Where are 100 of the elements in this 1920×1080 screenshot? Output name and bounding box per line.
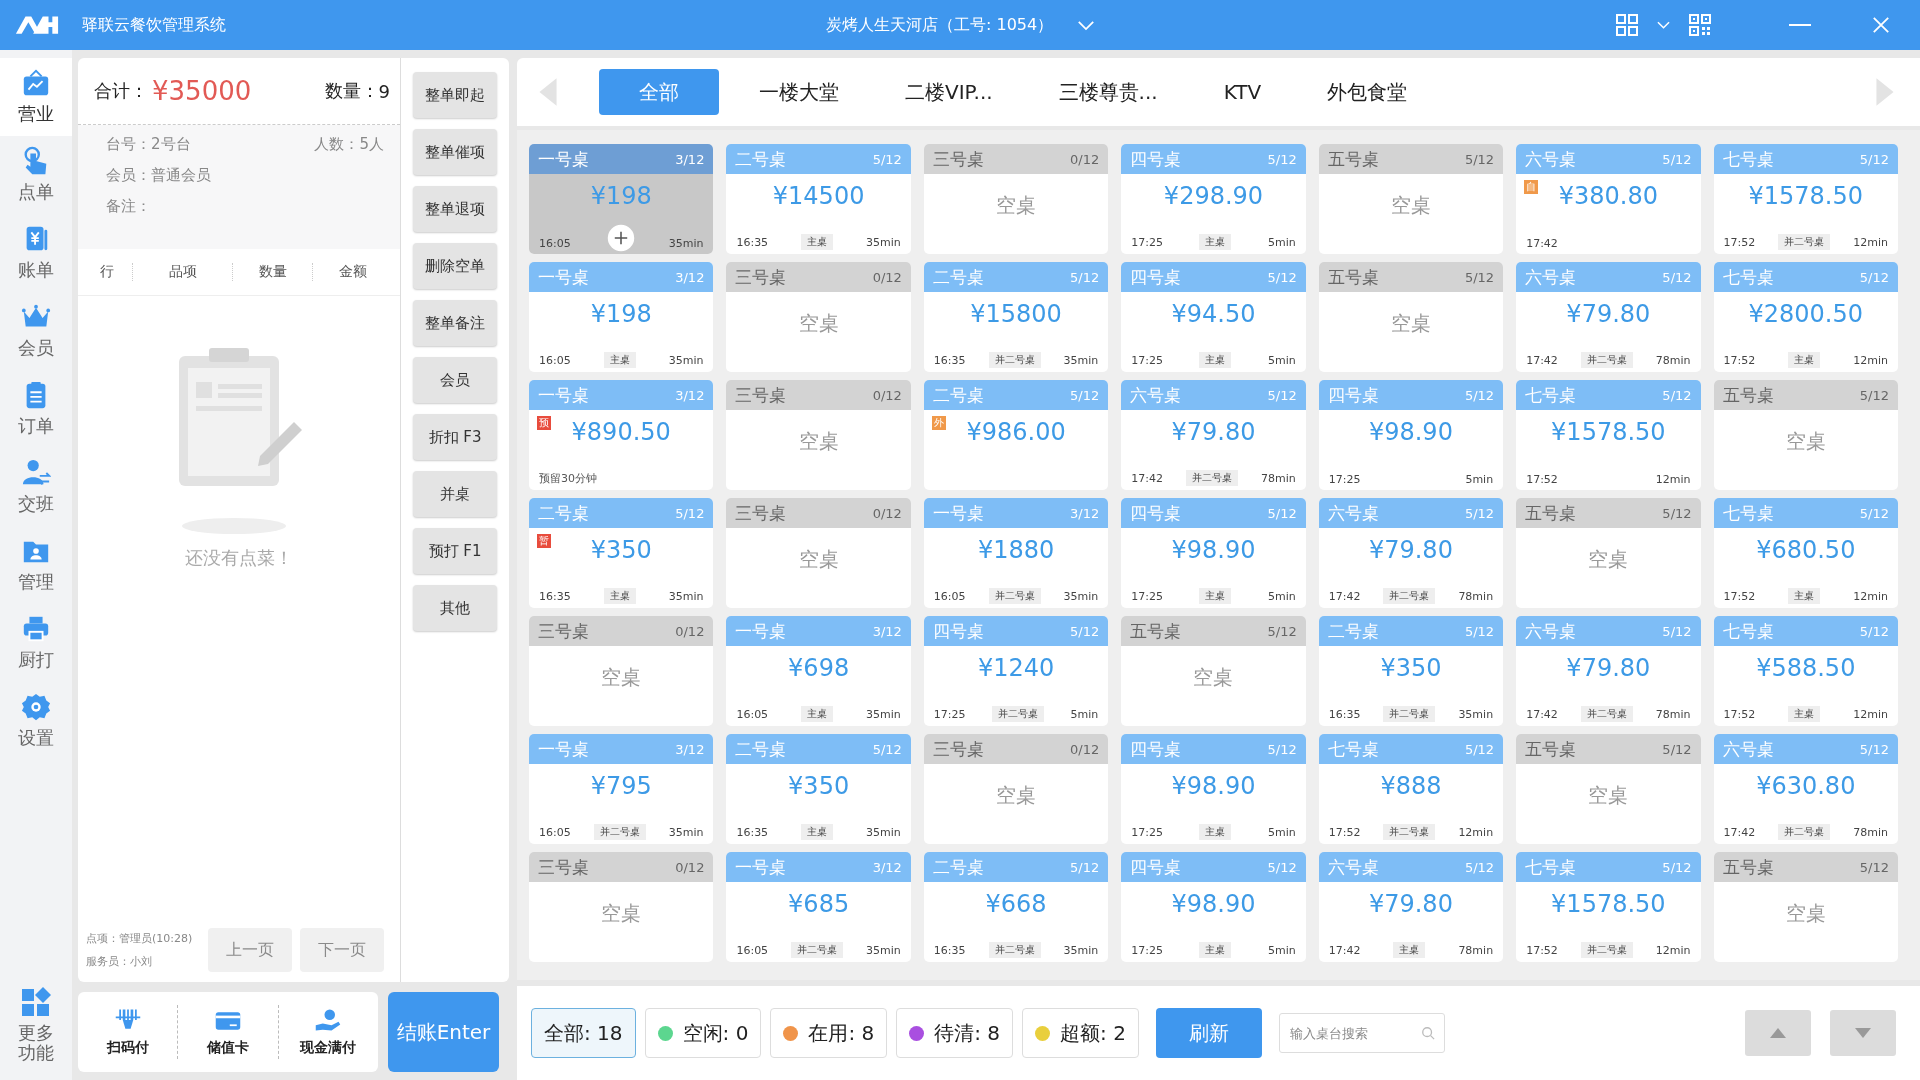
payment-method-button[interactable]: 现金满付 [277,1005,378,1059]
chevron-down-icon[interactable] [1077,19,1096,31]
plus-icon[interactable] [607,224,636,252]
area-tab[interactable]: 一楼大堂 [733,69,865,115]
table-card[interactable]: 七号桌 5/12 ¥888 17:52 并二号桌 12min [1318,734,1504,844]
table-name: 四号桌 [1130,501,1182,525]
more-functions-button[interactable]: 更多功能 [0,986,72,1080]
nav-item[interactable]: 管理 [0,526,72,604]
table-card[interactable]: 四号桌 5/12 ¥98.90 17:25 主桌 5min [1121,498,1306,608]
action-button[interactable]: 整单备注 [413,300,497,346]
table-card[interactable]: 四号桌 5/12 ¥98.90 17:25 主桌 5min [1121,734,1306,844]
table-card[interactable]: 二号桌 5/12 ¥15800 16:35 并二号桌 35min [923,262,1109,372]
status-filter[interactable]: 空闲: 0 [644,1008,762,1058]
table-card[interactable]: 五号桌 5/12 空桌 [1713,852,1898,962]
table-card[interactable]: 六号桌 5/12 ¥79.80 17:42 并二号桌 78min [1516,262,1701,372]
table-card[interactable]: 三号桌 0/12 空桌 [923,144,1109,254]
table-card[interactable]: 五号桌 5/12 空桌 [1318,144,1504,254]
area-tab[interactable]: KTV [1197,69,1288,115]
table-card[interactable]: 二号桌 5/12 ¥350 16:35 主桌 35min [726,734,911,844]
chevron-down-icon[interactable] [1657,21,1670,29]
scroll-down-button[interactable] [1830,1010,1896,1056]
table-card[interactable]: 三号桌 0/12 空桌 [726,498,911,608]
status-filter[interactable]: 在用: 8 [770,1008,888,1058]
table-card[interactable]: 五号桌 5/12 空桌 [1516,734,1701,844]
table-card[interactable]: 七号桌 5/12 ¥588.50 17:52 主桌 12min [1713,616,1898,726]
table-status: 空桌 [798,546,839,573]
table-card[interactable]: 一号桌 3/12 ¥698 16:05 主桌 35min [726,616,911,726]
status-filter[interactable]: 待清: 8 [896,1008,1014,1058]
table-card[interactable]: 四号桌 5/12 ¥298.90 17:25 主桌 5min [1121,144,1306,254]
action-button[interactable]: 会员 [413,357,497,403]
table-card[interactable]: 七号桌 5/12 ¥1578.50 17:52 并二号桌 12min [1516,852,1701,962]
action-button[interactable]: 删除空单 [413,243,497,289]
table-card[interactable]: 二号桌 5/12 ¥668 16:35 并二号桌 35min [923,852,1109,962]
table-tag: 主桌 [1199,588,1232,604]
table-card[interactable]: 七号桌 5/12 ¥2800.50 17:52 主桌 12min [1713,262,1898,372]
table-card[interactable]: 四号桌 5/12 ¥1240 17:25 并二号桌 5min [923,616,1109,726]
area-tab[interactable]: 二楼VIP... [879,69,1019,115]
action-button[interactable]: 整单即起 [413,72,497,118]
table-card[interactable]: 二号桌 5/12 ¥14500 16:35 主桌 35min [726,144,911,254]
table-time: 17:52 [1328,825,1361,839]
table-tag: 并二号桌 [988,352,1041,368]
nav-item[interactable]: 营业 [0,58,72,136]
nav-item[interactable]: 订单 [0,370,72,448]
payment-method-button[interactable]: 扫码付 [78,1005,178,1059]
table-card[interactable]: 一号桌 3/12 ¥1880 16:05 并二号桌 35min [923,498,1109,608]
table-card[interactable]: 一号桌 3/12 ¥685 16:05 并二号桌 35min [726,852,911,962]
table-card[interactable]: 四号桌 5/12 ¥98.90 17:25 主桌 5min [1121,852,1306,962]
table-card[interactable]: 六号桌 5/12 ¥79.80 17:42 并二号桌 78min [1516,616,1701,726]
table-card[interactable]: 五号桌 5/12 空桌 [1121,616,1306,726]
table-status: 空桌 [798,428,839,455]
status-filter[interactable]: 全部: 18 [531,1008,636,1058]
table-card[interactable]: 七号桌 5/12 ¥680.50 17:52 主桌 12min [1713,498,1898,608]
nav-item[interactable]: 设置 [0,682,72,760]
action-button[interactable]: 预打 F1 [413,528,497,574]
table-card[interactable]: 三号桌 0/12 空桌 [529,616,714,726]
action-button[interactable]: 其他 [413,585,497,631]
table-time: 17:25 [933,707,966,721]
status-filter[interactable]: 超额: 2 [1022,1008,1139,1058]
qr-code-icon[interactable] [1688,13,1712,37]
table-card[interactable]: 一号桌 3/12 预 ¥890.50 预留30分钟 [529,380,714,490]
nav-item[interactable]: 会员 [0,292,72,370]
table-card[interactable]: 七号桌 5/12 ¥1578.50 17:52 并二号桌 12min [1713,144,1898,254]
nav-item[interactable]: 厨打 [0,604,72,682]
table-card[interactable]: 一号桌 3/12 ¥198 16:05 主桌 35min [529,262,714,372]
close-icon[interactable] [1872,16,1890,34]
table-card[interactable]: 二号桌 5/12 暂 ¥350 16:35 主桌 35min [529,498,714,608]
table-card[interactable]: 四号桌 5/12 ¥94.50 17:25 主桌 5min [1121,262,1306,372]
area-tab[interactable]: 外包食堂 [1301,69,1434,115]
table-card[interactable]: 六号桌 5/12 ¥79.80 17:42 并二号桌 78min [1121,380,1306,490]
table-card[interactable]: 三号桌 0/12 空桌 [529,852,714,962]
table-card[interactable]: 六号桌 5/12 ¥630.80 17:42 并二号桌 78min [1713,734,1898,844]
table-card[interactable]: 三号桌 0/12 空桌 [726,262,911,372]
table-card[interactable]: 一号桌 3/12 ¥198 16:05 35min [529,144,714,254]
table-card[interactable]: 三号桌 0/12 空桌 [923,734,1109,844]
nav-item[interactable]: 交班 [0,448,72,526]
table-card[interactable]: 五号桌 5/12 空桌 [1713,380,1898,490]
action-button[interactable]: 折扣 F3 [413,414,497,460]
table-card[interactable]: 五号桌 5/12 空桌 [1516,498,1701,608]
table-status: 空桌 [601,900,642,927]
nav-item[interactable]: 点单 [0,136,72,214]
area-tab[interactable]: 三楼尊贵... [1032,69,1184,115]
table-amount: ¥380.80 [1558,182,1658,210]
table-card[interactable]: 七号桌 5/12 ¥1578.50 17:52 12min [1516,380,1701,490]
table-card[interactable]: 五号桌 5/12 空桌 [1318,262,1504,372]
table-card[interactable]: 二号桌 5/12 ¥350 16:35 并二号桌 35min [1318,616,1504,726]
action-button[interactable]: 并桌 [413,471,497,517]
table-time: 17:42 [1723,825,1756,839]
payment-method-button[interactable]: 储值卡 [177,1005,278,1059]
grid-icon[interactable] [1615,13,1639,37]
table-card[interactable]: 六号桌 5/12 自 ¥380.80 17:42 [1516,144,1701,254]
scroll-up-button[interactable] [1745,1010,1811,1056]
nav-item[interactable]: 账单 [0,214,72,292]
table-card[interactable]: 四号桌 5/12 ¥98.90 17:25 5min [1318,380,1504,490]
table-card[interactable]: 六号桌 5/12 ¥79.80 17:42 并二号桌 78min [1318,498,1504,608]
table-card[interactable]: 三号桌 0/12 空桌 [726,380,911,490]
table-card[interactable]: 一号桌 3/12 ¥795 16:05 并二号桌 35min [529,734,714,844]
search-field[interactable]: 输入桌台搜索 [1278,1013,1445,1053]
action-button[interactable]: 整单催项 [413,129,497,175]
table-card[interactable]: 六号桌 5/12 ¥79.80 17:42 主桌 78min [1318,852,1504,962]
action-button[interactable]: 整单退项 [413,186,497,232]
